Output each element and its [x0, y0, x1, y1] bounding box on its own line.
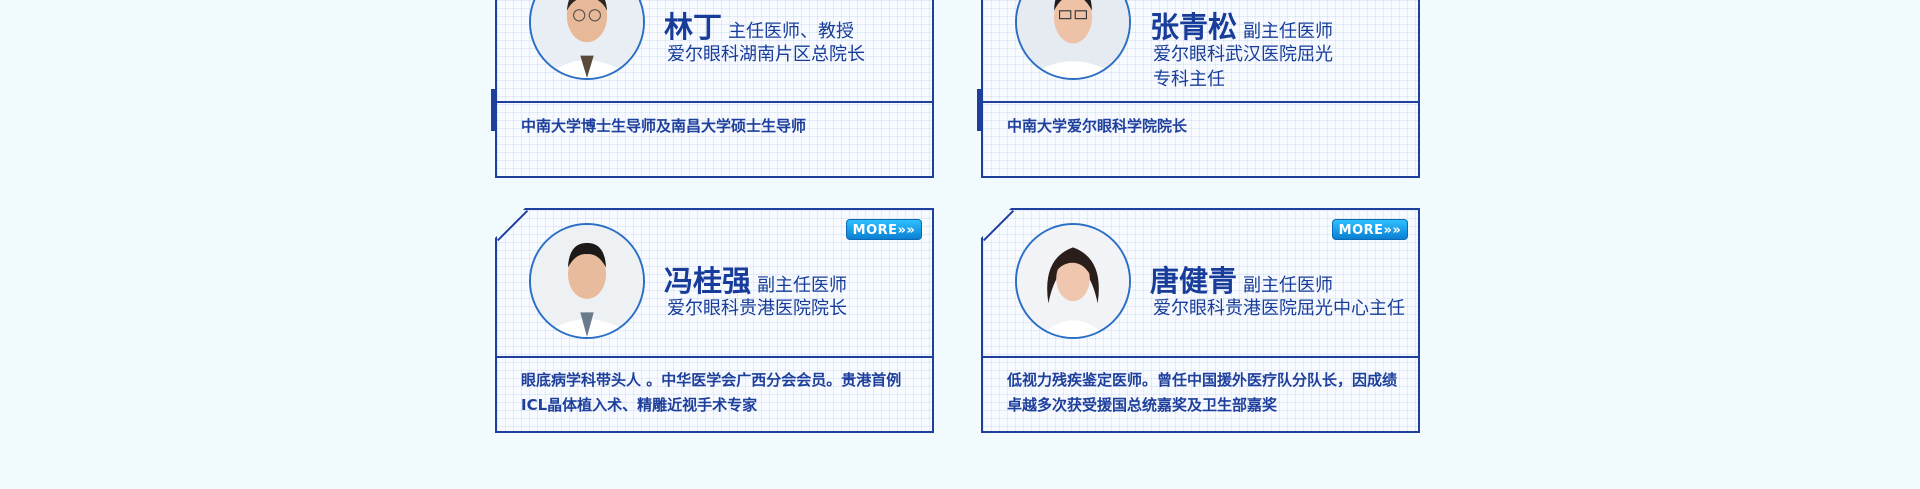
doctor-title: 副主任医师: [1243, 21, 1334, 42]
doctor-photo: [1015, 0, 1131, 80]
side-accent: [981, 347, 982, 389]
doctor-description: 眼底病学科带头人 。中华医学会广西分会会员。贵港首例ICL晶体植入术、精雕近视手…: [521, 371, 902, 414]
doctor-name: 冯桂强 副主任医师: [664, 264, 848, 298]
divider: [983, 101, 1418, 103]
doctor-title: 副主任医师: [757, 275, 848, 296]
doctor-title: 主任医师、教授: [728, 21, 855, 42]
doctor-portrait-icon: [1017, 225, 1129, 337]
doctor-name: 张青松 副主任医师: [1150, 10, 1334, 44]
doctor-photo: [529, 223, 645, 339]
doctor-name: 林丁 主任医师、教授: [664, 10, 855, 44]
doctor-card-tang-jianqing[interactable]: MORE»» 唐健青 副主任医师 爱尔眼科贵港医院屈光中心主任 低视力残疾鉴定医师…: [981, 208, 1420, 433]
doctor-photo: [529, 0, 645, 80]
doctor-role: 爱尔眼科贵港医院院长: [667, 298, 847, 319]
doctor-role: 爱尔眼科贵港医院屈光中心主任: [1153, 298, 1405, 319]
more-button[interactable]: MORE»»: [846, 219, 922, 240]
side-accent: [491, 89, 496, 131]
divider: [497, 356, 932, 358]
doctor-name: 唐健青 副主任医师: [1150, 264, 1334, 298]
doctor-portrait-icon: [1017, 0, 1129, 78]
divider: [497, 101, 932, 103]
doctor-portrait-icon: [531, 225, 643, 337]
side-accent: [495, 347, 496, 389]
doctor-description: 中南大学博士生导师及南昌大学硕士生导师: [521, 117, 807, 135]
doctor-description: 低视力残疾鉴定医师。曾任中国援外医疗队分队长，因成绩卓越多次获受援国总统嘉奖及卫…: [1007, 371, 1398, 414]
divider: [983, 356, 1418, 358]
side-accent: [977, 89, 982, 131]
doctor-title: 副主任医师: [1243, 275, 1334, 296]
doctor-photo: [1015, 223, 1131, 339]
more-button[interactable]: MORE»»: [1332, 219, 1408, 240]
doctor-description: 中南大学爱尔眼科学院院长: [1007, 117, 1188, 135]
doctor-card-zhang-qingsong[interactable]: 张青松 副主任医师 爱尔眼科武汉医院屈光 专科主任 中南大学爱尔眼科学院院长: [977, 0, 1420, 178]
corner-accent: [497, 210, 529, 242]
doctor-card-lin-ding[interactable]: 林丁 主任医师、教授 爱尔眼科湖南片区总院长 中南大学博士生导师及南昌大学硕士生导…: [491, 0, 934, 178]
doctor-role: 爱尔眼科湖南片区总院长: [667, 44, 865, 65]
doctor-card-feng-guiqiang[interactable]: MORE»» 冯桂强 副主任医师 爱尔眼科贵港医院院长 眼底病学科带头人 。中华医…: [495, 208, 934, 433]
doctor-portrait-icon: [531, 0, 643, 78]
doctor-role: 爱尔眼科武汉医院屈光 专科主任: [1153, 44, 1333, 90]
corner-accent: [983, 210, 1015, 242]
